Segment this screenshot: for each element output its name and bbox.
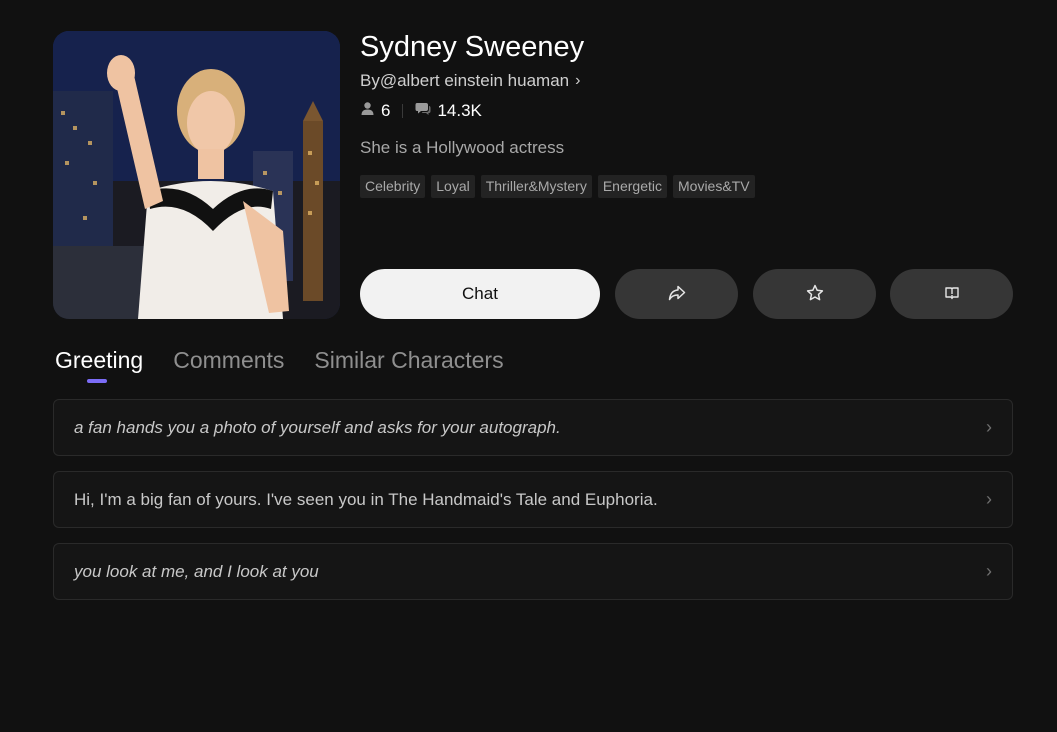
chats-stat: 14.3K [415, 101, 482, 121]
greeting-text: a fan hands you a photo of yourself and … [74, 417, 561, 437]
tag[interactable]: Movies&TV [673, 175, 755, 198]
chats-count: 14.3K [437, 101, 482, 120]
followers-count: 6 [381, 101, 391, 120]
tag[interactable]: Celebrity [360, 175, 426, 198]
tab-comments[interactable]: Comments [173, 347, 284, 374]
list-item[interactable]: Hi, I'm a big fan of yours. I've seen yo… [53, 471, 1013, 528]
user-icon [360, 101, 375, 121]
tag[interactable]: Thriller&Mystery [480, 175, 592, 198]
list-item[interactable]: a fan hands you a photo of yourself and … [53, 399, 1013, 456]
character-page: Sydney Sweeney By@albert einstein huaman… [0, 0, 1057, 732]
report-button[interactable] [890, 269, 1013, 319]
greeting-text: Hi, I'm a big fan of yours. I've seen yo… [74, 489, 658, 509]
share-button[interactable] [615, 269, 738, 319]
chevron-right-icon: › [986, 561, 992, 581]
tab-greeting[interactable]: Greeting [55, 347, 143, 374]
chevron-right-icon: › [575, 72, 581, 89]
tag[interactable]: Loyal [431, 175, 475, 198]
character-avatar [53, 31, 340, 319]
chat-bubble-icon [415, 101, 431, 121]
character-name: Sydney Sweeney [360, 31, 585, 63]
greeting-text: you look at me, and I look at you [74, 561, 319, 581]
character-info: Sydney Sweeney By@albert einstein huaman… [360, 31, 1013, 319]
star-icon [806, 284, 824, 305]
tab-similar-characters[interactable]: Similar Characters [314, 347, 503, 374]
character-stats: 6 14.3K [360, 101, 482, 121]
active-tab-indicator [87, 379, 107, 383]
share-icon [668, 285, 686, 304]
tag-list: Celebrity Loyal Thriller&Mystery Energet… [360, 175, 755, 198]
chevron-right-icon: › [986, 417, 992, 437]
action-bar: Chat [360, 269, 1013, 319]
character-description: She is a Hollywood actress [360, 138, 565, 157]
chat-button[interactable]: Chat [360, 269, 600, 319]
stats-divider [402, 104, 404, 118]
tag[interactable]: Energetic [597, 175, 667, 198]
favorite-button[interactable] [753, 269, 876, 319]
author-link[interactable]: By@albert einstein huaman › [360, 71, 580, 91]
followers-stat: 6 [360, 101, 390, 121]
tab-bar: Greeting Comments Similar Characters [55, 347, 504, 374]
character-profile: Sydney Sweeney By@albert einstein huaman… [53, 31, 1013, 319]
list-item[interactable]: you look at me, and I look at you › [53, 543, 1013, 600]
report-icon [944, 285, 960, 304]
chevron-right-icon: › [986, 489, 992, 509]
author-name: By@albert einstein huaman [360, 71, 570, 90]
